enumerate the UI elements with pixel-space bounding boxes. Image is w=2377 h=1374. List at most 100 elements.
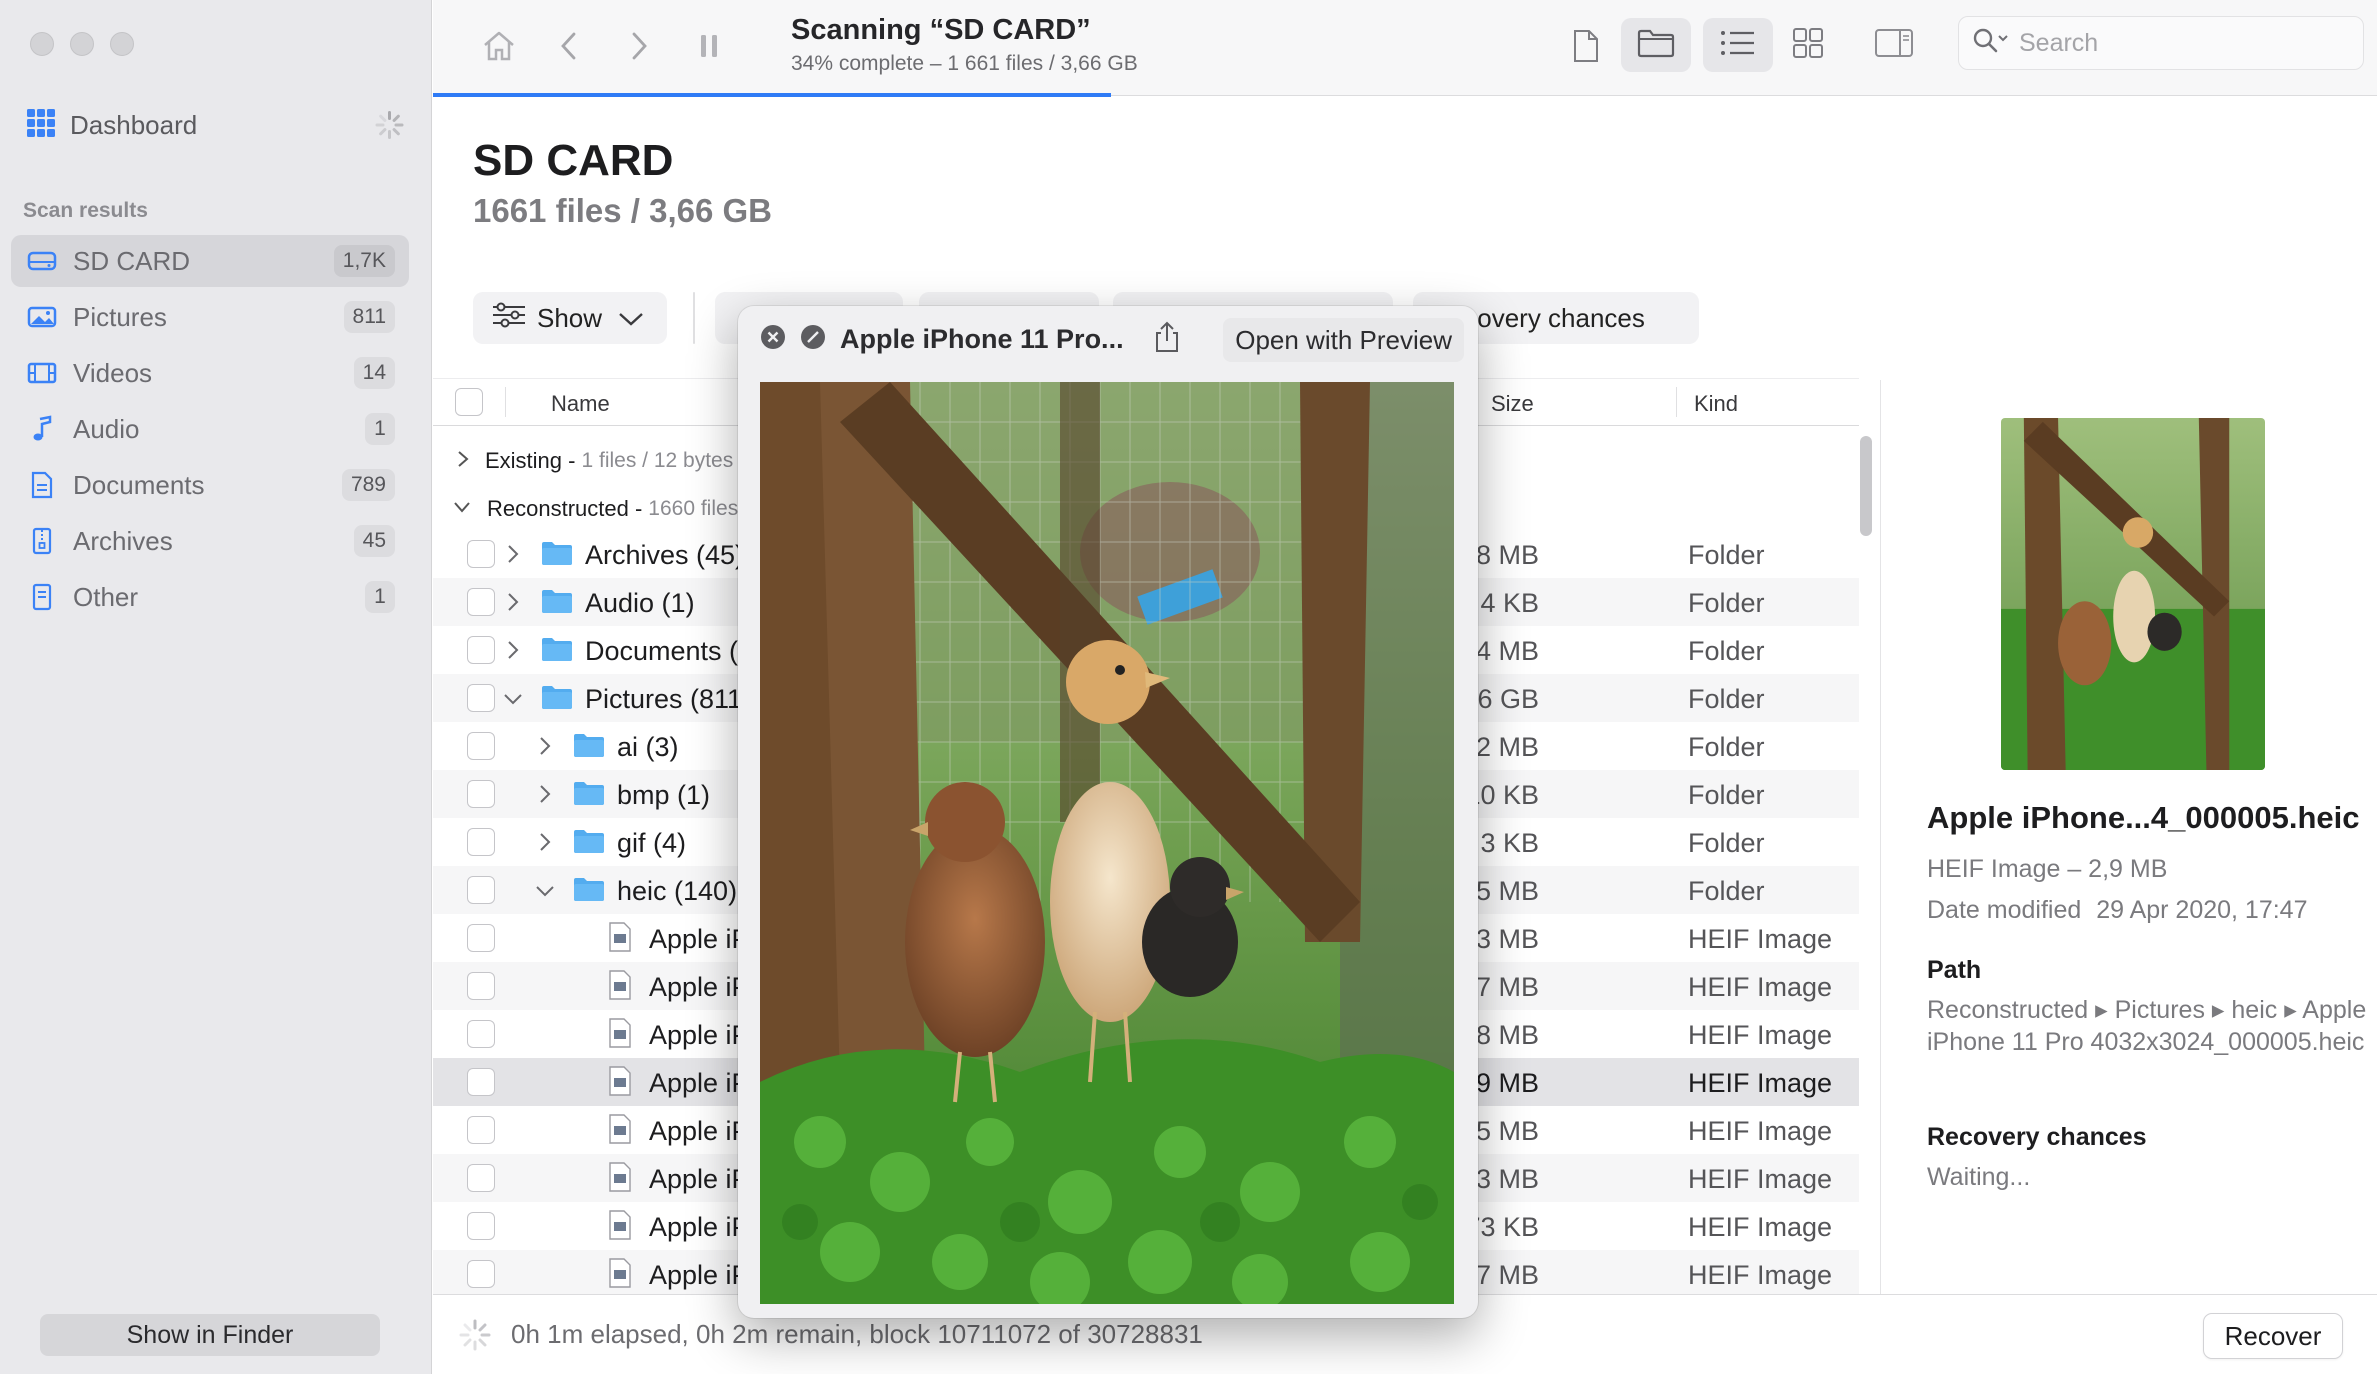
forward-icon[interactable]	[617, 24, 661, 68]
search-icon	[1971, 26, 2011, 61]
music-note-icon	[27, 414, 57, 444]
group-summary: 1 files / 12 bytes	[581, 449, 734, 472]
recovery-value: Waiting...	[1927, 1163, 2031, 1191]
scan-progress-text: 34% complete – 1 661 files / 3,66 GB	[791, 52, 1138, 75]
path-value: Reconstructed ▸ Pictures ▸ heic ▸ Apple …	[1927, 996, 2367, 1056]
row-checkbox[interactable]	[467, 780, 495, 808]
minimize-window-button[interactable]	[70, 32, 94, 56]
row-checkbox[interactable]	[467, 636, 495, 664]
sidebar-right-icon	[1874, 28, 1914, 63]
chevron-down-icon[interactable]	[535, 884, 555, 902]
folder-icon	[573, 876, 605, 902]
close-window-button[interactable]	[30, 32, 54, 56]
sidebar-item-videos[interactable]: Videos 14	[11, 347, 409, 399]
fullscreen-icon[interactable]	[800, 324, 826, 355]
row-kind: Folder	[1688, 636, 1765, 666]
row-size: 4 KB	[1480, 588, 1539, 618]
row-checkbox[interactable]	[467, 684, 495, 712]
group-title: Existing -	[485, 448, 576, 473]
row-checkbox[interactable]	[467, 828, 495, 856]
dashboard-item[interactable]: Dashboard	[26, 103, 405, 147]
details-date: Date modified 29 Apr 2020, 17:47	[1927, 896, 2308, 925]
sidebar-item-label: SD CARD	[73, 245, 191, 276]
image-file-icon	[609, 1258, 631, 1288]
quick-look-window: Apple iPhone 11 Pro... Open with Preview	[738, 306, 1478, 1318]
page-subtitle: 1661 files / 3,66 GB	[473, 192, 773, 229]
row-size: 3 MB	[1475, 1164, 1539, 1194]
folder-icon	[541, 588, 573, 614]
page-title: SD CARD	[473, 136, 674, 185]
row-name: heic (140)	[617, 876, 738, 906]
table-scrollbar[interactable]	[1859, 436, 1873, 536]
pause-icon[interactable]	[687, 24, 731, 68]
row-kind: HEIF Image	[1688, 1260, 1833, 1290]
folder-icon	[541, 540, 573, 566]
folder-icon	[573, 780, 605, 806]
row-checkbox[interactable]	[467, 924, 495, 952]
chevron-down-icon[interactable]	[503, 692, 523, 710]
row-kind: HEIF Image	[1688, 924, 1833, 954]
row-checkbox[interactable]	[467, 1020, 495, 1048]
row-checkbox[interactable]	[467, 876, 495, 904]
zoom-window-button[interactable]	[110, 32, 134, 56]
row-kind: Folder	[1688, 876, 1765, 906]
chevron-right-icon[interactable]	[539, 784, 551, 809]
search-field[interactable]: Search	[1958, 16, 2364, 70]
open-with-preview-button[interactable]: Open with Preview	[1223, 318, 1464, 362]
row-checkbox[interactable]	[467, 1116, 495, 1144]
column-header-kind[interactable]: Kind	[1694, 391, 1738, 417]
row-checkbox[interactable]	[467, 1068, 495, 1096]
row-checkbox[interactable]	[467, 732, 495, 760]
scrollbar-thumb[interactable]	[1860, 436, 1872, 536]
folder-view-button[interactable]	[1621, 18, 1691, 72]
image-file-icon	[609, 1066, 631, 1096]
row-checkbox[interactable]	[467, 588, 495, 616]
count-badge: 45	[353, 525, 395, 557]
row-checkbox[interactable]	[467, 972, 495, 1000]
file-icon[interactable]	[1564, 24, 1608, 68]
recover-button[interactable]: Recover	[2203, 1313, 2343, 1359]
sidebar-item-sd-card[interactable]: SD CARD 1,7K	[11, 235, 409, 287]
row-checkbox[interactable]	[467, 540, 495, 568]
sidebar-item-archives[interactable]: Archives 45	[11, 515, 409, 567]
sidebar-item-pictures[interactable]: Pictures 811	[11, 291, 409, 343]
select-all-checkbox[interactable]	[455, 388, 483, 416]
column-divider	[1676, 387, 1677, 417]
group-summary: 1660 files	[648, 497, 739, 520]
show-in-finder-button[interactable]: Show in Finder	[40, 1314, 380, 1356]
chevron-right-icon[interactable]	[507, 592, 519, 617]
sidebar-item-label: Archives	[73, 525, 173, 556]
preview-pane-button[interactable]	[1859, 18, 1929, 72]
path-heading: Path	[1927, 956, 1982, 984]
sidebar-item-audio[interactable]: Audio 1	[11, 403, 409, 455]
row-checkbox[interactable]	[467, 1164, 495, 1192]
home-icon[interactable]	[477, 24, 521, 68]
row-kind: HEIF Image	[1688, 1164, 1833, 1194]
chevron-right-icon[interactable]	[539, 736, 551, 761]
chevron-right-icon[interactable]	[507, 544, 519, 569]
image-file-icon	[609, 1210, 631, 1240]
row-checkbox[interactable]	[467, 1260, 495, 1288]
back-icon[interactable]	[547, 24, 591, 68]
image-file-icon	[609, 970, 631, 1000]
chevron-right-icon[interactable]	[539, 832, 551, 857]
column-header-size[interactable]: Size	[1491, 391, 1534, 417]
folder-icon	[541, 636, 573, 662]
sidebar-item-label: Other	[73, 581, 139, 612]
row-checkbox[interactable]	[467, 1212, 495, 1240]
row-name: Audio (1)	[585, 588, 695, 618]
show-filter-label: Show	[537, 302, 603, 333]
show-filter-button[interactable]: Show	[473, 292, 667, 344]
list-view-button[interactable]	[1703, 18, 1773, 72]
row-kind: HEIF Image	[1688, 972, 1833, 1002]
spinner-icon	[373, 109, 405, 141]
group-title: Reconstructed -	[487, 496, 643, 521]
sidebar-item-documents[interactable]: Documents 789	[11, 459, 409, 511]
column-header-name[interactable]: Name	[551, 391, 610, 417]
grid-view-button[interactable]	[1773, 18, 1843, 72]
list-icon	[1720, 29, 1756, 62]
sidebar-item-other[interactable]: Other 1	[11, 571, 409, 623]
close-icon[interactable]	[760, 324, 786, 355]
share-icon[interactable]	[1154, 321, 1180, 358]
chevron-right-icon[interactable]	[507, 640, 519, 665]
